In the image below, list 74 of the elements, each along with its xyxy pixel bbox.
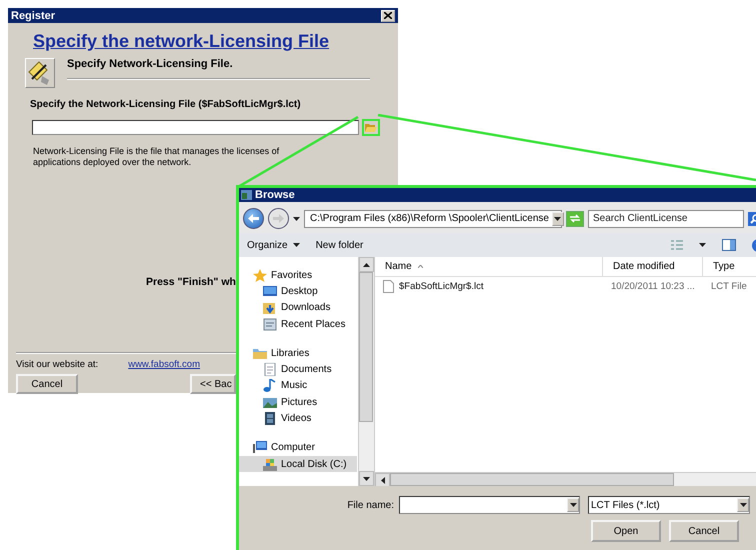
open-button[interactable]: Open (591, 520, 661, 542)
field-label: Specify the Network-Licensing File ($FabSoftLicMgr$.lct) (30, 99, 301, 110)
vertical-scrollbar[interactable] (358, 257, 374, 486)
film-icon (263, 412, 277, 426)
column-header[interactable]: Type (703, 257, 756, 276)
file-name-field[interactable] (399, 496, 580, 514)
finish-hint: Press "Finish" wh (146, 276, 236, 288)
refresh-icon (569, 214, 581, 223)
forward-button[interactable] (268, 208, 289, 229)
horizontal-scrollbar[interactable] (375, 472, 756, 486)
document-icon (263, 363, 277, 376)
file-name-label: File name: (346, 500, 394, 510)
column-header[interactable]: Name (375, 257, 603, 276)
step-title: Specify Network-Licensing File. (67, 58, 233, 70)
organize-menu[interactable]: Organize (247, 240, 300, 250)
website-link[interactable]: www.fabsoft.com (128, 359, 200, 370)
star-icon (253, 268, 267, 282)
input-field[interactable] (32, 120, 359, 135)
address-bar[interactable]: C:\Program Files (x86)\Reform \Spooler\ClientLicense (304, 210, 562, 228)
history-caret-icon (293, 216, 300, 220)
drive-icon (263, 458, 277, 471)
caret-icon (292, 243, 300, 247)
arrow-right-icon (273, 214, 284, 223)
caret-icon (570, 503, 576, 507)
nav-item[interactable]: Libraries (239, 345, 357, 362)
file-type-dropdown[interactable]: LCT Files (*.lct) (588, 496, 750, 514)
nav-item[interactable]: Computer (239, 440, 357, 456)
website-label: Visit our website at: (16, 359, 98, 370)
recent-places-icon (263, 318, 277, 331)
type-cell-text: LCT File (710, 280, 748, 292)
search-field[interactable]: Search ClientLicense (588, 210, 744, 228)
view-caret-icon (699, 243, 706, 247)
close-icon (384, 12, 392, 19)
folder-icon (263, 301, 277, 314)
pictures-icon (263, 396, 277, 409)
column-header[interactable]: Date modified (603, 257, 703, 276)
new-folder-button[interactable]: New folder (316, 240, 364, 250)
computer-icon (253, 441, 267, 454)
arrow-left-icon (248, 214, 259, 223)
nav-item[interactable]: Documents (239, 361, 357, 378)
nav-item[interactable]: Local Disk (C:) (239, 456, 357, 472)
caret-icon (554, 216, 562, 220)
window-title: Browse (255, 189, 295, 201)
nav-item[interactable]: Videos (239, 410, 357, 427)
caret-icon (740, 503, 746, 507)
preview-pane-icon[interactable] (722, 239, 736, 251)
license-key-icon (25, 58, 55, 88)
scroll-left-icon (380, 477, 384, 484)
cancel-button[interactable]: Cancel (669, 520, 739, 542)
back-button[interactable] (243, 208, 264, 229)
nav-item[interactable]: Favorites (239, 267, 357, 284)
folder-icon (253, 346, 267, 360)
back-button[interactable]: << Bac (190, 374, 236, 394)
close-button[interactable] (381, 10, 395, 22)
folder-icon (365, 122, 377, 132)
nav-item[interactable]: Downloads (239, 300, 357, 316)
scroll-down-icon (363, 476, 370, 480)
nav-item[interactable]: Music (239, 378, 357, 394)
window-icon (241, 190, 252, 200)
nav-item[interactable]: Desktop (239, 283, 357, 300)
date-cell-text: 10/20/2011 10:23 ... (610, 280, 696, 292)
nav-item[interactable]: Recent Places (239, 316, 357, 332)
nav-item[interactable]: Pictures (239, 394, 357, 410)
file-icon (383, 280, 394, 292)
description-text: Network-Licensing File is the file that manages the licenses of applications deployed over the network. (33, 146, 280, 168)
scroll-up-icon (363, 262, 370, 266)
page-heading[interactable]: Specify the network-Licensing File (33, 31, 330, 52)
monitor-icon (263, 284, 277, 298)
file-name-cell[interactable]: $FabSoftLicMgr$.lct (375, 280, 603, 292)
sort-caret-icon (418, 265, 423, 268)
music-note-icon (263, 379, 277, 392)
cancel-button[interactable]: Cancel (16, 374, 78, 394)
window-title: Register (11, 10, 56, 22)
address-dropdown-button[interactable] (552, 212, 564, 226)
